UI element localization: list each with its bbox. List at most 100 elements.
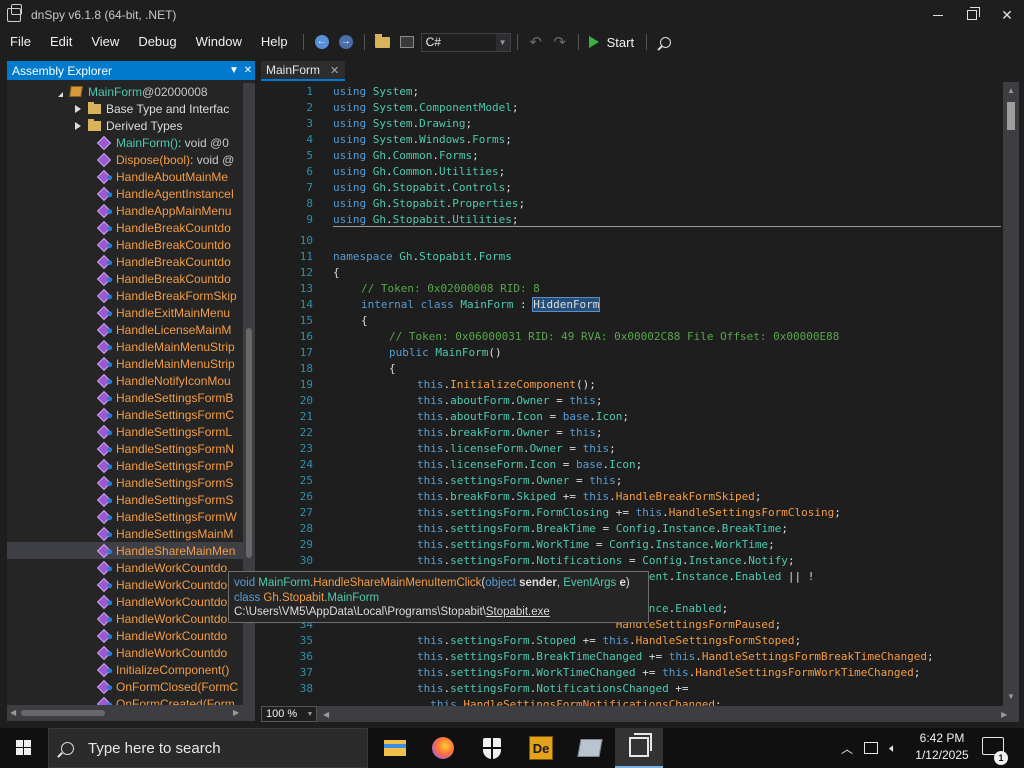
code-token[interactable]: MainForm xyxy=(460,298,513,311)
volume-tray[interactable]: 🔈︎ xyxy=(884,728,902,768)
scroll-right-icon[interactable]: ▶ xyxy=(1001,710,1007,719)
tab-close-icon[interactable]: ✕ xyxy=(330,64,339,77)
code-token[interactable]: Config xyxy=(609,538,649,551)
show-hidden-icons-button[interactable]: ︿ xyxy=(838,728,856,768)
tree-node[interactable]: HandleAgentInstanceI xyxy=(7,185,243,202)
windows-start-button[interactable] xyxy=(0,728,48,768)
expand-closed-icon[interactable] xyxy=(75,121,81,130)
language-select[interactable]: C# ▼ xyxy=(420,32,511,52)
explorer-horizontal-scrollbar[interactable]: ◀ ▶ xyxy=(7,705,255,721)
redo-button[interactable]: ↷ xyxy=(550,32,570,52)
tree-node[interactable]: Dispose(bool) : void @ xyxy=(7,151,243,168)
minimize-button[interactable] xyxy=(921,0,955,30)
code-token[interactable]: Config xyxy=(616,522,656,535)
taskbar-security[interactable] xyxy=(468,728,516,768)
tree-node[interactable]: Base Type and Interfac xyxy=(7,100,243,117)
scroll-left-icon[interactable]: ◀ xyxy=(323,710,329,719)
tree-node[interactable]: HandleMainMenuStrip xyxy=(7,355,243,372)
maximize-button[interactable] xyxy=(955,0,989,30)
start-button[interactable]: Start xyxy=(588,35,634,50)
tree-node[interactable]: HandleSettingsFormL xyxy=(7,423,243,440)
panel-close-button[interactable]: ✕ xyxy=(241,65,255,76)
undo-button[interactable]: ↶ xyxy=(526,32,546,52)
tree-node[interactable]: HandleSettingsFormB xyxy=(7,389,243,406)
tree-node[interactable]: HandleSettingsMainM xyxy=(7,525,243,542)
scrollbar-thumb[interactable] xyxy=(1007,102,1015,130)
tree-node[interactable]: HandleWorkCountdo xyxy=(7,610,243,627)
menu-edit[interactable]: Edit xyxy=(40,32,81,52)
scroll-left-icon[interactable]: ◀ xyxy=(10,708,16,717)
code-token[interactable]: HandleBreakFormSkiped xyxy=(616,490,755,503)
tree-node[interactable]: HandleSettingsFormC xyxy=(7,406,243,423)
code-token[interactable]: InitializeComponent xyxy=(450,378,576,391)
tree-node[interactable]: HandleSettingsFormN xyxy=(7,440,243,457)
tree-node[interactable]: OnFormCreated(Form xyxy=(7,695,243,705)
tree-node[interactable]: MainForm @02000008 xyxy=(7,83,243,100)
tree-node[interactable]: HandleBreakCountdo xyxy=(7,236,243,253)
tree-node[interactable]: HandleBreakCountdo xyxy=(7,253,243,270)
zoom-select[interactable]: 100 % ▼ xyxy=(261,706,317,722)
tree-node[interactable]: HandleWorkCountdo xyxy=(7,593,243,610)
tree-node[interactable]: HandleExitMainMenu xyxy=(7,304,243,321)
tree-node[interactable]: HandleBreakFormSkip xyxy=(7,287,243,304)
tree-node[interactable]: HandleAppMainMenu xyxy=(7,202,243,219)
taskbar-disk-app[interactable] xyxy=(566,728,614,768)
tree-node[interactable]: HandleSettingsFormS xyxy=(7,491,243,508)
taskbar-search-box[interactable]: Type here to search xyxy=(48,728,368,768)
code-token[interactable]: HandleSettingsFormClosing xyxy=(669,506,835,519)
back-button[interactable]: ← xyxy=(312,32,332,52)
tree-node[interactable]: InitializeComponent() xyxy=(7,661,243,678)
code-token[interactable]: HandleSettingsFormBreakTimeChanged xyxy=(702,650,927,663)
taskbar-firefox[interactable] xyxy=(419,728,467,768)
expand-closed-icon[interactable] xyxy=(75,104,81,113)
scroll-right-icon[interactable]: ▶ xyxy=(233,708,239,717)
scroll-up-icon[interactable]: ▲ xyxy=(1007,86,1015,95)
tree-node[interactable]: HandleAboutMainMe xyxy=(7,168,243,185)
tooltip-token[interactable]: Stopabit.exe xyxy=(486,606,550,618)
open-list-button[interactable] xyxy=(397,32,417,52)
tree-node[interactable]: HandleSettingsFormW xyxy=(7,508,243,525)
tree-node[interactable]: OnFormClosed(FormC xyxy=(7,678,243,695)
tree-node[interactable]: HandleShareMainMen xyxy=(7,542,243,559)
editor-vertical-scrollbar[interactable]: ▲ ▼ xyxy=(1003,82,1019,706)
close-button[interactable]: ✕ xyxy=(990,0,1024,30)
tab-mainform[interactable]: MainForm ✕ xyxy=(261,61,345,81)
expand-open-icon[interactable] xyxy=(58,87,63,97)
network-tray[interactable] xyxy=(860,728,882,768)
code-token[interactable]: HandleSettingsFormStoped xyxy=(636,634,795,647)
menu-window[interactable]: Window xyxy=(186,32,251,52)
code-token[interactable]: HandleSettingsFormNotificationsChanged xyxy=(463,698,715,706)
tree-node[interactable]: HandleSettingsFormS xyxy=(7,474,243,491)
tree-node[interactable]: HandleBreakCountdo xyxy=(7,219,243,236)
code-token[interactable]: HiddenForm xyxy=(532,297,601,312)
scroll-down-icon[interactable]: ▼ xyxy=(1007,692,1015,701)
tree-node[interactable]: HandleWorkCountdo xyxy=(7,576,243,593)
tree-node[interactable]: HandleSettingsFormP xyxy=(7,457,243,474)
taskbar-clock[interactable]: 6:42 PM 1/12/2025 xyxy=(904,730,980,766)
tree-node[interactable]: HandleBreakCountdo xyxy=(7,270,243,287)
tree-node[interactable]: HandleWorkCountdo xyxy=(7,644,243,661)
forward-button[interactable]: → xyxy=(336,32,356,52)
tree-node[interactable]: HandleWorkCountdo xyxy=(7,559,243,576)
panel-menu-button[interactable]: ▼ xyxy=(227,65,241,76)
scrollbar-thumb[interactable] xyxy=(21,710,105,716)
tree-node[interactable]: MainForm() : void @0 xyxy=(7,134,243,151)
menu-debug[interactable]: Debug xyxy=(128,32,185,52)
menu-view[interactable]: View xyxy=(81,32,128,52)
menu-file[interactable]: File xyxy=(0,32,40,52)
menu-help[interactable]: Help xyxy=(251,32,297,52)
tree-node[interactable]: Derived Types xyxy=(7,117,243,134)
taskbar-file-explorer[interactable] xyxy=(371,728,419,768)
tree-node[interactable]: HandleNotifyIconMou xyxy=(7,372,243,389)
code-token[interactable]: MainForm xyxy=(435,346,488,359)
code-token[interactable]: Config xyxy=(642,554,682,567)
search-button[interactable] xyxy=(655,32,675,52)
tree-node[interactable]: HandleLicenseMainM xyxy=(7,321,243,338)
scrollbar-thumb[interactable] xyxy=(246,328,252,558)
taskbar-dnspy[interactable] xyxy=(615,728,663,768)
tree-node[interactable]: HandleWorkCountdo xyxy=(7,627,243,644)
tree-node[interactable]: HandleMainMenuStrip xyxy=(7,338,243,355)
taskbar-de-app[interactable]: De xyxy=(517,728,565,768)
open-button[interactable] xyxy=(373,32,393,52)
code-token[interactable]: HandleSettingsFormWorkTimeChanged xyxy=(695,666,914,679)
